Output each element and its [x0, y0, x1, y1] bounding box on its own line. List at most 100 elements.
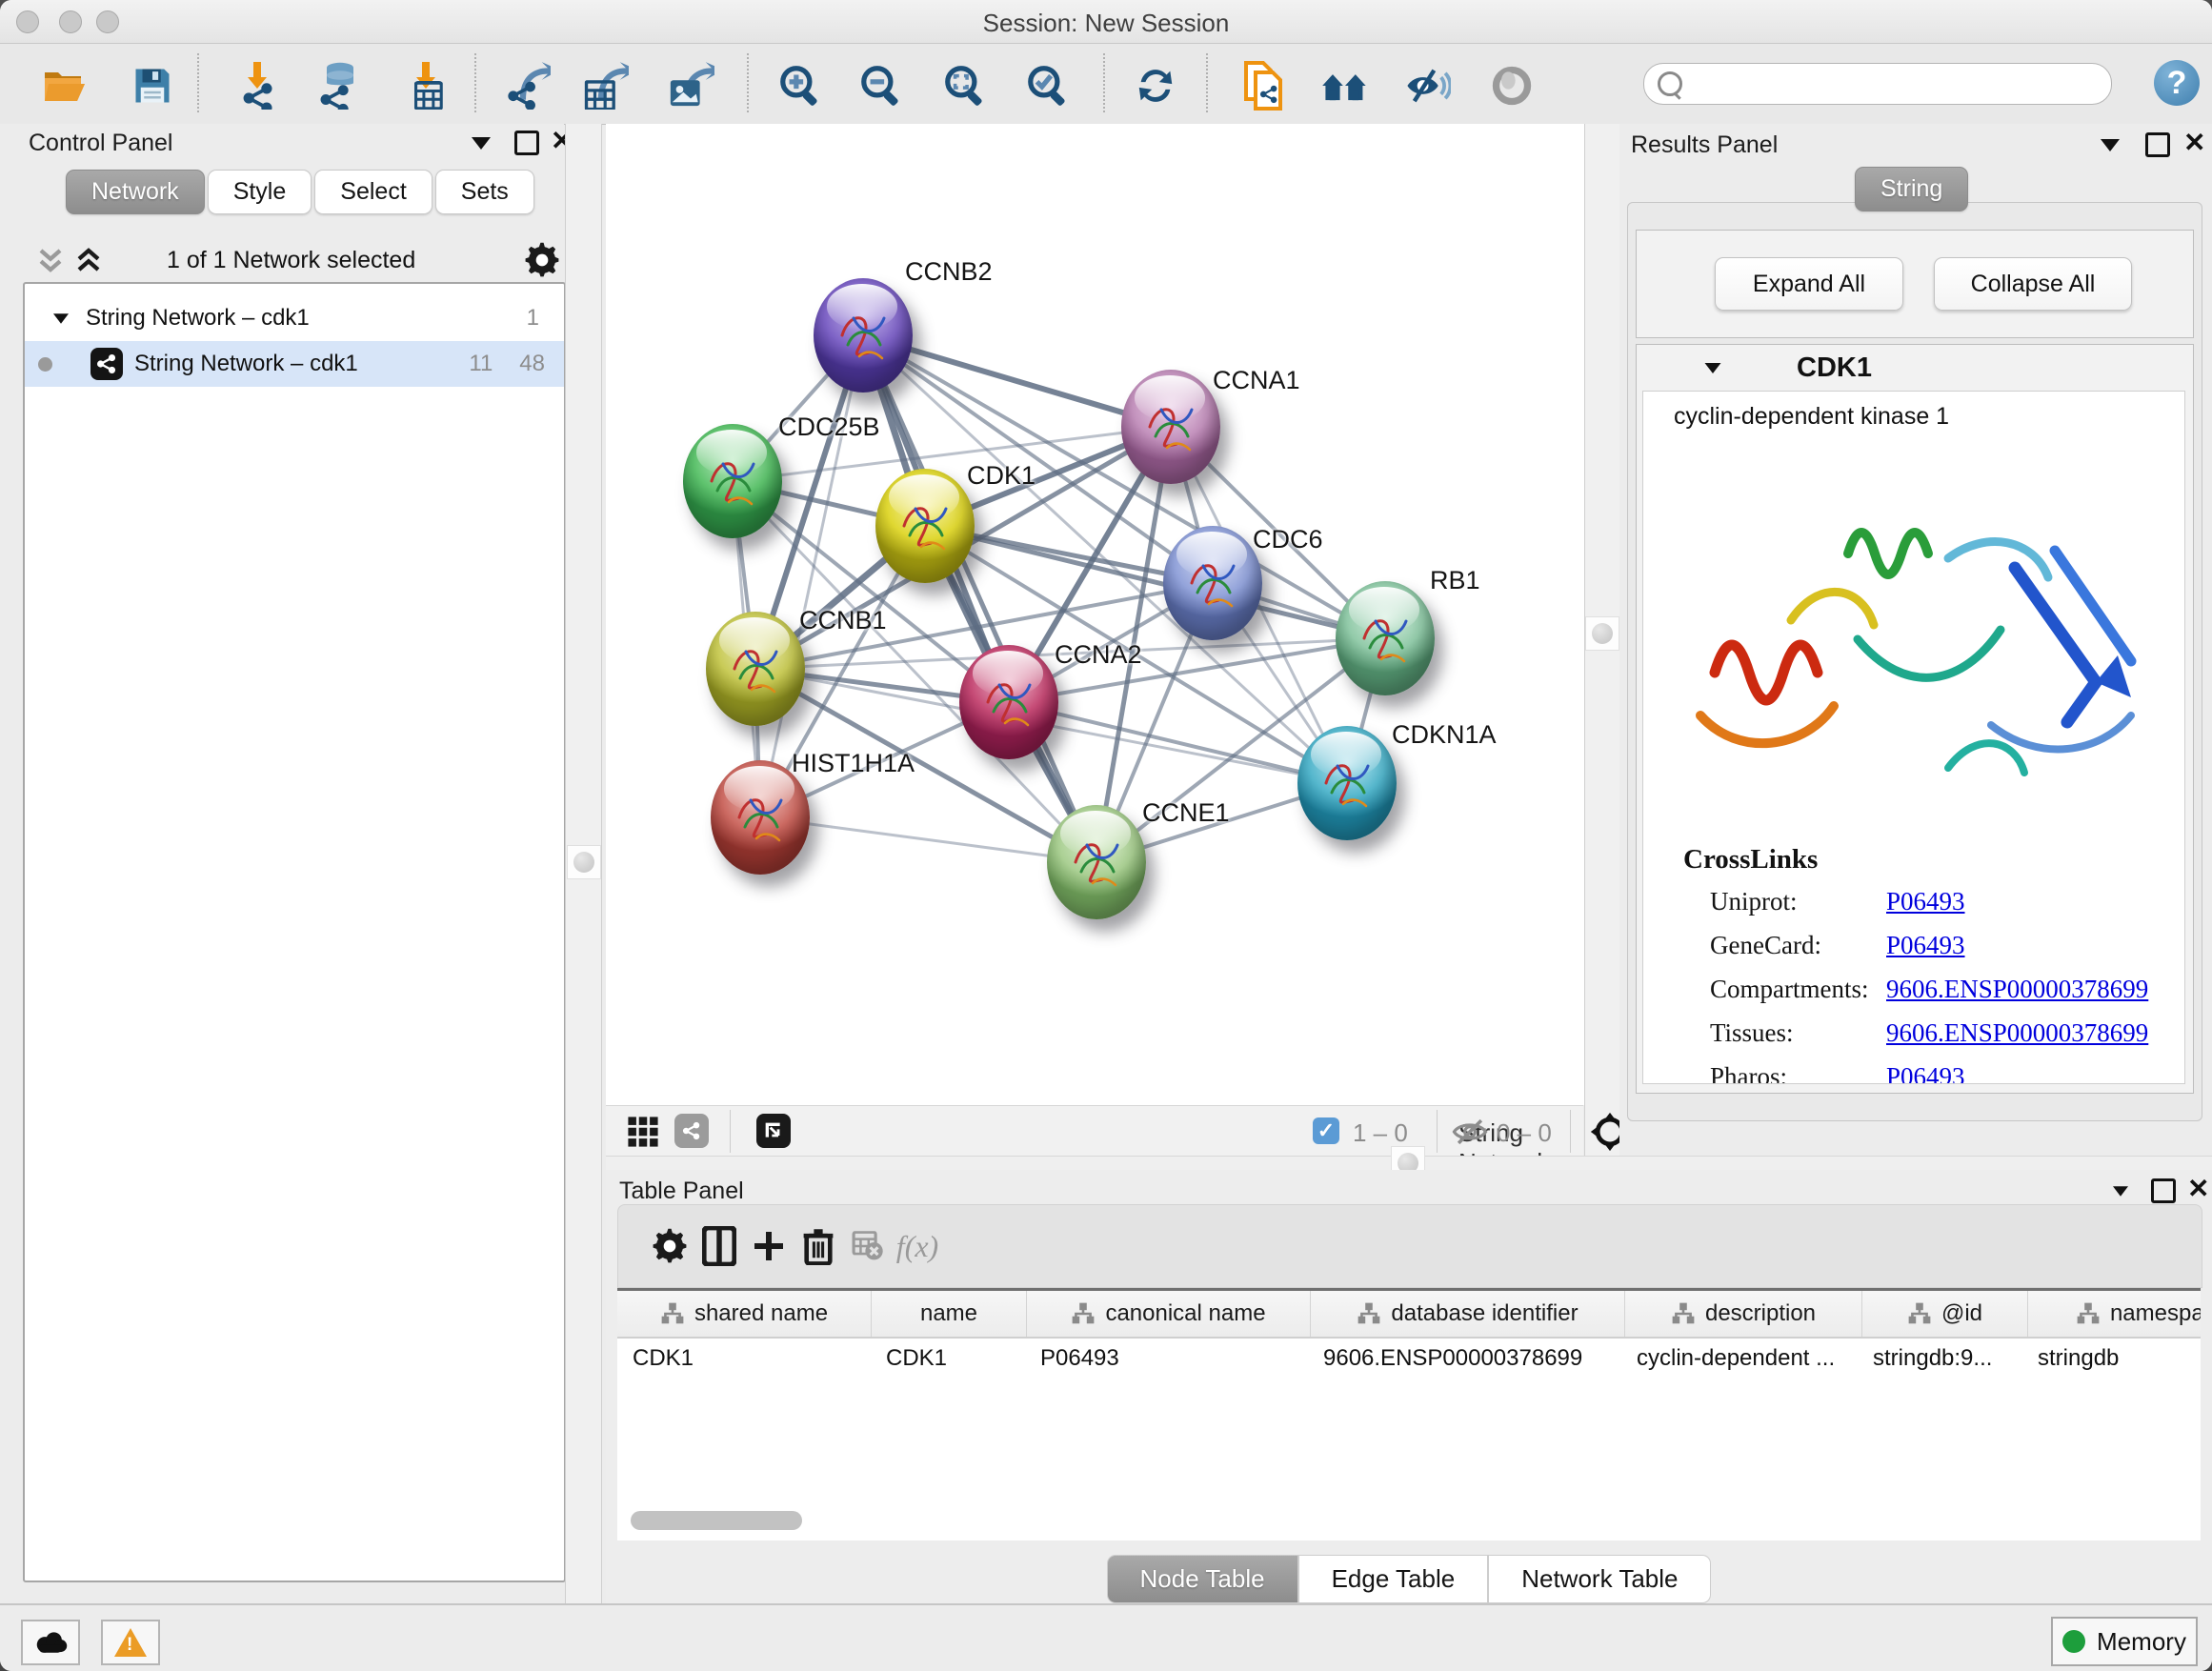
- network-node-CDC6[interactable]: [1163, 526, 1262, 640]
- float-menu-icon[interactable]: [472, 137, 491, 150]
- home-button[interactable]: [1318, 61, 1372, 111]
- tab-node-table[interactable]: Node Table: [1107, 1555, 1298, 1603]
- warnings-button[interactable]: [101, 1620, 160, 1665]
- node-label: CCNE1: [1142, 798, 1230, 828]
- tab-edge-table[interactable]: Edge Table: [1298, 1555, 1489, 1603]
- network-list: String Network – cdk1 1 String Network –…: [23, 282, 566, 1582]
- network-node-CDKN1A[interactable]: [1297, 726, 1397, 840]
- protein-structure-image: [1662, 444, 2167, 825]
- pharos-link[interactable]: P06493: [1886, 1062, 1965, 1084]
- close-panel-icon[interactable]: ✕: [2183, 133, 2205, 152]
- float-panel-icon[interactable]: [514, 131, 539, 155]
- network-edge[interactable]: [760, 817, 1096, 862]
- zoom-fit-button[interactable]: [938, 61, 992, 111]
- crosslink-row: Tissues:9606.ENSP00000378699: [1710, 1018, 2167, 1057]
- network-node-CDC25B[interactable]: [683, 424, 782, 538]
- function-builder-icon: f(x): [895, 1222, 940, 1270]
- memory-label: Memory: [2097, 1627, 2186, 1657]
- left-splitter[interactable]: [565, 124, 602, 1603]
- float-menu-icon[interactable]: [2113, 1186, 2128, 1196]
- tab-style[interactable]: Style: [208, 170, 312, 214]
- show-graphics-button[interactable]: [1400, 61, 1454, 111]
- node-label: HIST1H1A: [792, 749, 915, 778]
- memory-button[interactable]: Memory: [2051, 1617, 2198, 1666]
- export-network-button[interactable]: [500, 61, 553, 111]
- tab-network-table[interactable]: Network Table: [1488, 1555, 1711, 1603]
- expand-all-button[interactable]: Expand All: [1715, 257, 1903, 311]
- selected-counter: 1 – 0: [1353, 1118, 1408, 1148]
- birdseye-view-icon[interactable]: [756, 1114, 791, 1148]
- splitter-handle[interactable]: [1585, 616, 1619, 651]
- network-node-CCNE1[interactable]: [1047, 805, 1146, 919]
- network-node-CCNA1[interactable]: [1121, 370, 1220, 484]
- zoom-selected-button[interactable]: [1021, 61, 1075, 111]
- splitter-handle[interactable]: [567, 845, 601, 879]
- network-collection-row[interactable]: String Network – cdk1 1: [25, 295, 564, 341]
- network-overview-icon[interactable]: [674, 1114, 709, 1148]
- selected-nodes-checkbox[interactable]: ✓: [1313, 1117, 1339, 1144]
- import-table-button[interactable]: [399, 61, 452, 111]
- node-label: CDC6: [1253, 525, 1323, 554]
- copy-annotations-button[interactable]: [1237, 61, 1290, 111]
- search-input[interactable]: [1690, 70, 2111, 98]
- refresh-button[interactable]: [1129, 61, 1182, 111]
- separator: [1437, 1110, 1438, 1153]
- float-panel-icon[interactable]: [2145, 132, 2170, 157]
- node-table[interactable]: shared name name canonical name database…: [617, 1288, 2201, 1540]
- table-horizontal-scrollbar[interactable]: [617, 1505, 2201, 1536]
- compartments-link[interactable]: 9606.ENSP00000378699: [1886, 975, 2148, 1004]
- save-session-button[interactable]: [126, 61, 179, 111]
- control-panel-title: Control Panel: [29, 130, 172, 157]
- collapse-all-button[interactable]: Collapse All: [1934, 257, 2132, 311]
- delete-column-trash-icon[interactable]: [795, 1222, 841, 1270]
- collapse-all-icon[interactable]: [36, 246, 65, 274]
- open-session-button[interactable]: [38, 61, 91, 111]
- protein-ribbon-thumbnail: [1318, 751, 1376, 814]
- float-menu-icon[interactable]: [2101, 139, 2120, 151]
- tab-string[interactable]: String: [1852, 167, 1968, 211]
- network-node-CCNA2[interactable]: [959, 645, 1058, 759]
- help-button[interactable]: ?: [2154, 60, 2200, 106]
- network-node-CDK1[interactable]: [875, 469, 975, 583]
- right-splitter[interactable]: [1584, 124, 1621, 1156]
- close-panel-icon[interactable]: ✕: [2187, 1179, 2209, 1198]
- collection-label: String Network – cdk1: [86, 305, 310, 332]
- network-edge[interactable]: [760, 335, 863, 817]
- export-table-button[interactable]: [578, 61, 632, 111]
- import-database-button[interactable]: [312, 61, 365, 111]
- import-network-button[interactable]: [231, 61, 284, 111]
- float-panel-icon[interactable]: [2151, 1178, 2176, 1203]
- table-row[interactable]: CDK1 CDK1 P06493 9606.ENSP00000378699 cy…: [617, 1339, 2201, 1379]
- grid-view-icon[interactable]: [627, 1116, 659, 1148]
- gear-icon[interactable]: [524, 242, 560, 278]
- search-field[interactable]: [1643, 63, 2112, 105]
- tab-sets[interactable]: Sets: [435, 170, 534, 214]
- network-node-CCNB2[interactable]: [814, 278, 913, 393]
- separator: [730, 1110, 731, 1153]
- zoom-in-button[interactable]: [774, 61, 827, 111]
- table-settings-gear-icon[interactable]: [647, 1222, 693, 1270]
- scrollbar-thumb[interactable]: [631, 1511, 802, 1530]
- tab-network[interactable]: Network: [66, 170, 205, 214]
- export-image-button[interactable]: [664, 61, 717, 111]
- node-label: CDK1: [967, 461, 1036, 491]
- network-row-selected[interactable]: String Network – cdk1 11 48: [25, 341, 564, 387]
- zoom-out-button[interactable]: [855, 61, 908, 111]
- tab-select[interactable]: Select: [314, 170, 432, 214]
- expand-all-icon[interactable]: [74, 246, 103, 274]
- cloud-button[interactable]: [21, 1620, 80, 1665]
- network-edge[interactable]: [1009, 702, 1347, 783]
- collapse-icon[interactable]: [53, 313, 69, 323]
- genecard-link[interactable]: P06493: [1886, 931, 1965, 960]
- tissues-link[interactable]: 9606.ENSP00000378699: [1886, 1018, 2148, 1048]
- uniprot-link[interactable]: P06493: [1886, 887, 1965, 916]
- add-column-icon[interactable]: [746, 1222, 792, 1270]
- network-node-CCNB1[interactable]: [706, 612, 805, 726]
- hide-graphics-button[interactable]: [1485, 61, 1538, 111]
- show-columns-icon[interactable]: [696, 1222, 742, 1270]
- network-edge[interactable]: [863, 335, 1096, 862]
- cdk1-section-header[interactable]: CDK1: [1637, 345, 2193, 391]
- network-canvas[interactable]: CCNB2CCNA1CDC25BCDK1CDC6RB1CCNB1CCNA2CDK…: [606, 124, 1584, 1105]
- network-node-RB1[interactable]: [1336, 581, 1435, 695]
- collapse-icon[interactable]: [1705, 362, 1721, 372]
